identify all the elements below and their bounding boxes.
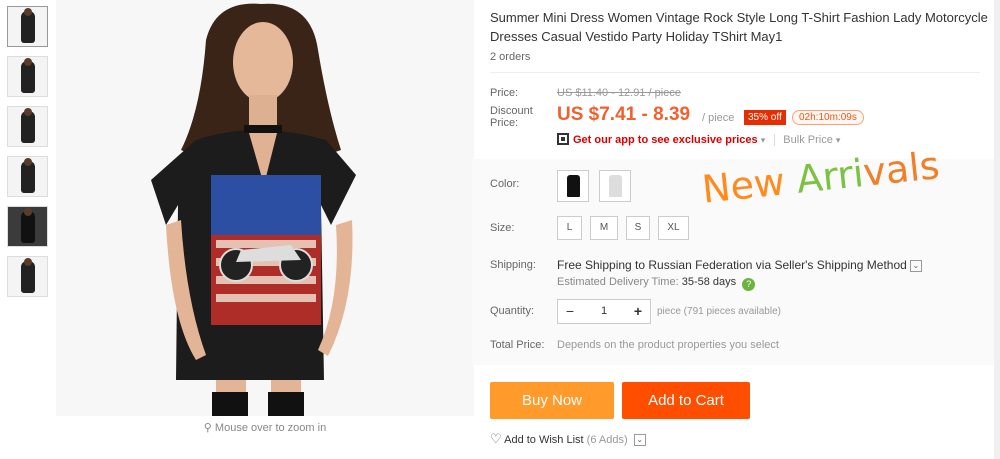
thumbnail-1[interactable] [7,6,48,47]
discount-price-label-2: Price: [490,117,519,129]
app-promo-row: Get our app to see exclusive prices ▾ Bu… [557,133,841,146]
chevron-down-icon: ▾ [835,135,841,145]
color-swatch-white[interactable] [599,170,631,202]
chevron-down-icon[interactable]: ⌄ [909,260,922,272]
chevron-down-icon[interactable]: ▾ [761,135,766,145]
quantity-available: piece (791 pieces available) [657,306,781,317]
shipping-method[interactable]: Free Shipping to Russian Federation via … [557,258,922,272]
delivery-label: Estimated Delivery Time: [557,276,679,288]
chevron-down-icon[interactable]: ⌄ [633,434,646,446]
product-title: Summer Mini Dress Women Vintage Rock Sty… [490,10,988,44]
color-label: Color: [490,178,520,190]
size-option-l[interactable]: L [557,216,582,240]
quantity-stepper: − 1 + [557,299,651,324]
thumbnail-4[interactable] [7,156,48,197]
price-unit: / piece [702,112,735,124]
arrivals-part-2: vals [861,143,942,195]
wishlist-link[interactable]: Add to Wish List [504,434,583,446]
thumbnail-2[interactable] [7,56,48,97]
shipping-label: Shipping: [490,259,536,271]
thumbnail-list [7,6,49,306]
total-price-value: Depends on the product properties you se… [557,339,779,351]
buy-now-button[interactable]: Buy Now [490,382,614,419]
thumbnail-6[interactable] [7,256,48,297]
bulk-price-label: Bulk Price [783,134,833,146]
current-price: US $7.41 - 8.39 [557,104,691,125]
original-price: US $11.40 - 12.91 / piece [557,87,681,99]
quantity-plus-button[interactable]: + [626,300,650,323]
quantity-minus-button[interactable]: − [558,300,582,323]
quantity-label: Quantity: [490,305,535,317]
add-to-cart-button[interactable]: Add to Cart [622,382,750,419]
price-label: Price: [490,87,519,99]
help-icon[interactable]: ? [742,278,756,291]
countdown-timer: 02h:10m:09s [792,110,864,125]
size-option-s[interactable]: S [626,216,650,240]
size-option-xl[interactable]: XL [658,216,689,240]
delivery-days: 35-58 days [681,276,737,288]
dress-thumb [609,175,622,197]
delivery-estimate: Estimated Delivery Time: 35-58 days ? [557,276,756,291]
main-product-image[interactable] [56,0,474,416]
app-promo-link[interactable]: Get our app to see exclusive prices [573,134,758,146]
model-illustration [151,3,356,416]
zoom-hint: ⚲ Mouse over to zoom in [56,421,474,434]
size-label: Size: [490,222,515,234]
zoom-hint-text: Mouse over to zoom in [214,422,327,434]
qr-code-icon [557,133,569,145]
orders-count[interactable]: 2 orders [490,51,530,63]
divider [490,72,980,73]
size-option-m[interactable]: M [590,216,618,240]
discount-price-label-1: Discount [490,105,533,117]
search-icon: ⚲ [203,422,212,434]
new-word: New [700,159,788,212]
shipping-text: Free Shipping to Russian Federation via … [557,258,907,272]
heart-icon[interactable]: ♡ [490,431,502,446]
discount-badge: 35% off [744,110,786,125]
wishlist-count: (6 Adds) [586,434,628,446]
wishlist-row[interactable]: ♡ Add to Wish List (6 Adds) ⌄ [490,431,646,447]
scrollbar[interactable] [994,0,1000,459]
total-price-label: Total Price: [490,339,545,351]
thumbnail-5[interactable] [7,206,48,247]
bulk-price-link[interactable]: Bulk Price ▾ [774,134,841,146]
quantity-input[interactable]: 1 [582,300,626,323]
dress-thumb [567,175,580,197]
thumbnail-3[interactable] [7,106,48,147]
color-swatch-black[interactable] [557,170,589,202]
arrivals-part-1: Arri [794,151,866,202]
